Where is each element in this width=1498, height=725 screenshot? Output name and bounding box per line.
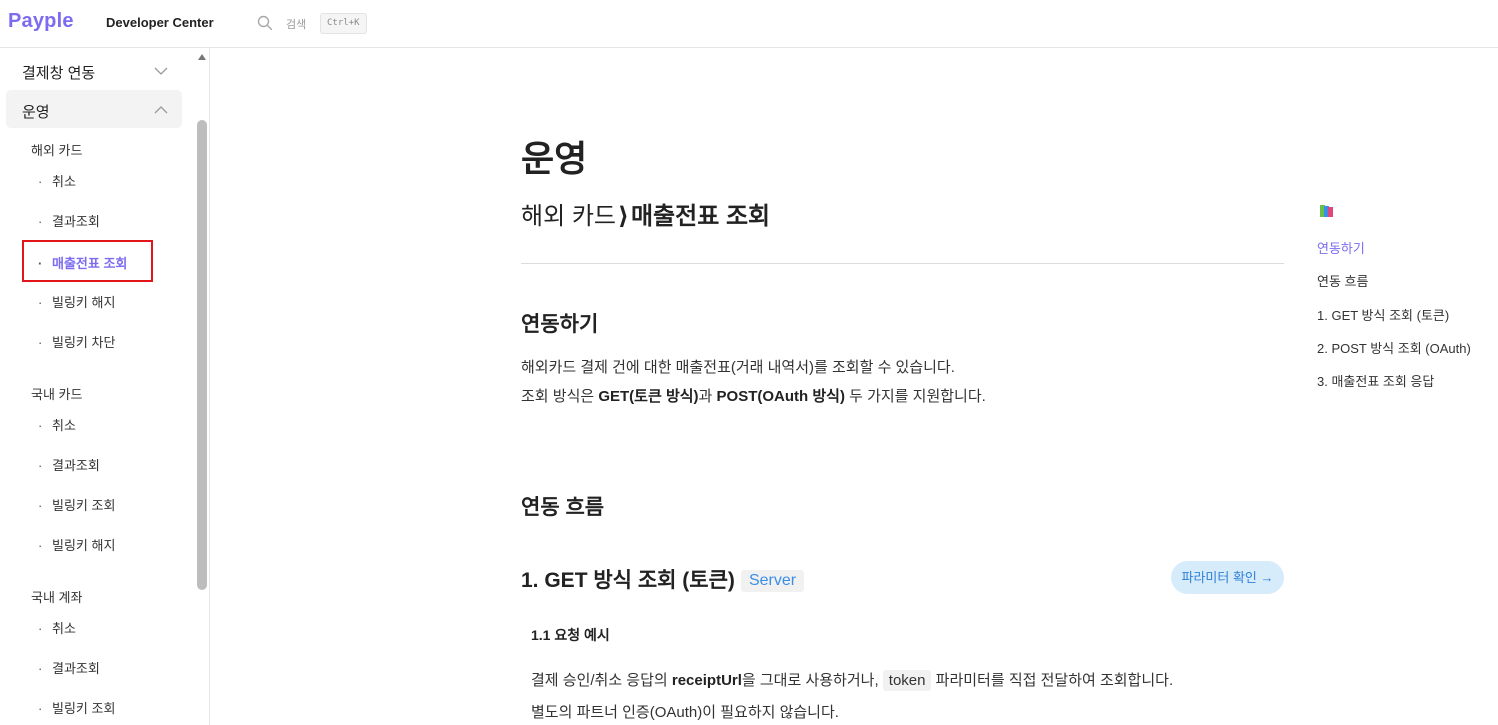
sidebar-item-account-cancel[interactable]: · 취소 (38, 619, 76, 639)
request-line-1: 결제 승인/취소 응답의 receiptUrl을 그대로 사용하거나, toke… (531, 669, 1173, 691)
search-input[interactable]: 검색 (286, 16, 306, 32)
sidebar-item-label: 결과조회 (52, 458, 100, 473)
top-header: Payple Developer Center 검색 Ctrl+K (0, 0, 1498, 48)
sidebar-item-account-billing-query[interactable]: · 빌링키 조회 (38, 699, 115, 719)
toc-item-post[interactable]: 2. POST 방식 조회 (OAuth) (1317, 338, 1471, 357)
chevron-down-icon (154, 67, 168, 75)
sidebar-item-label: 빌링키 해지 (52, 295, 116, 310)
breadcrumb-parent[interactable]: 해외 카드 (521, 203, 616, 230)
section-heading-integration: 연동하기 (521, 313, 599, 336)
sidebar-section-operation[interactable]: 운영 (6, 90, 182, 128)
sidebar-item-label: 빌링키 조회 (52, 701, 116, 716)
sidebar-item-label: 빌링키 차단 (52, 335, 116, 350)
sidebar-item-label: 취소 (52, 621, 76, 636)
breadcrumb-separator: ⟩ (618, 203, 629, 230)
text-strong: POST(OAuth 방식) (716, 388, 845, 405)
text-span: 두 가지를 지원합니다. (844, 388, 986, 405)
text-strong: receiptUrl (671, 672, 742, 689)
text-span: 과 (698, 388, 717, 405)
sidebar-item-overseas-cancel[interactable]: · 취소 (38, 172, 76, 192)
sidebar-item-domestic-billing-query[interactable]: · 빌링키 조회 (38, 496, 115, 516)
page-title: 운영 (521, 138, 588, 179)
title-divider (521, 263, 1284, 264)
text-span: 을 그대로 사용하거나, (741, 672, 883, 689)
chevron-up-icon (154, 106, 168, 114)
text-span: 파라미터를 직접 전달하여 조회합니다. (931, 672, 1174, 689)
breadcrumb-current: 매출전표 조회 (630, 203, 771, 230)
toc-item-response[interactable]: 3. 매출전표 조회 응답 (1317, 371, 1434, 390)
sidebar-item-label: 결과조회 (52, 214, 100, 229)
sidebar-group-overseas-card: 해외 카드 (31, 143, 83, 158)
sidebar: 결제창 연동 운영 해외 카드 · 취소 · 결과조회 · 매출전표 조회 · 빌링키 … (0, 48, 210, 725)
breadcrumb: 해외 카드⟩매출전표 조회 (521, 196, 770, 231)
scroll-up-arrow-icon[interactable] (198, 54, 206, 60)
developer-center-title[interactable]: Developer Center (106, 15, 214, 30)
sidebar-group-domestic-account: 국내 계좌 (31, 590, 83, 605)
toc-item-get[interactable]: 1. GET 방식 조회 (토큰) (1317, 305, 1449, 324)
sidebar-section-label: 운영 (22, 104, 50, 121)
sidebar-group-domestic-card: 국내 카드 (31, 387, 83, 402)
toc-item-flow[interactable]: 연동 흐름 (1317, 271, 1368, 290)
sidebar-item-domestic-cancel[interactable]: · 취소 (38, 416, 76, 436)
sidebar-item-label: 결과조회 (52, 661, 100, 676)
search-shortcut-badge: Ctrl+K (320, 13, 367, 34)
sidebar-section-label: 결제창 연동 (22, 65, 96, 82)
section-heading-get-label: 1. GET 방식 조회 (토큰) (521, 569, 735, 592)
check-parameters-button[interactable]: 파라미터 확인 → (1171, 561, 1284, 594)
request-line-2: 별도의 파트너 인증(OAuth)이 필요하지 않습니다. (531, 704, 839, 721)
text-span: 조회 방식은 (521, 388, 599, 405)
text-span: 결제 승인/취소 응답의 (531, 672, 672, 689)
subsection-heading-request-example: 1.1 요청 예시 (531, 627, 610, 643)
toc-item-integration[interactable]: 연동하기 (1317, 238, 1365, 257)
sidebar-item-label: 빌링키 해지 (52, 538, 116, 553)
sidebar-item-label: 취소 (52, 418, 76, 433)
section-heading-get: 1. GET 방식 조회 (토큰) Server (521, 564, 805, 594)
search-icon[interactable] (257, 15, 273, 31)
sidebar-item-label: 빌링키 조회 (52, 498, 116, 513)
intro-line-1: 해외카드 결제 건에 대한 매출전표(거래 내역서)를 조회할 수 있습니다. (521, 359, 955, 376)
sidebar-item-overseas-billing-cancel[interactable]: · 빌링키 해지 (38, 293, 115, 313)
section-heading-flow: 연동 흐름 (521, 496, 605, 519)
highlight-box (22, 240, 153, 282)
sidebar-item-overseas-billing-block[interactable]: · 빌링키 차단 (38, 333, 115, 353)
sidebar-item-domestic-result[interactable]: · 결과조회 (38, 456, 100, 476)
server-badge: Server (740, 570, 805, 592)
payple-logo[interactable]: Payple (8, 10, 74, 33)
sidebar-item-overseas-result[interactable]: · 결과조회 (38, 212, 100, 232)
books-icon (1320, 205, 1333, 217)
sidebar-item-domestic-billing-cancel[interactable]: · 빌링키 해지 (38, 536, 115, 556)
sidebar-item-account-result[interactable]: · 결과조회 (38, 659, 100, 679)
sidebar-scrollbar-thumb[interactable] (197, 120, 207, 590)
intro-line-2: 조회 방식은 GET(토큰 방식)과 POST(OAuth 방식) 두 가지를 … (521, 382, 986, 411)
sidebar-section-payment-window[interactable]: 결제창 연동 (6, 51, 182, 89)
text-strong: GET(토큰 방식) (598, 388, 699, 405)
intro-paragraph: 해외카드 결제 건에 대한 매출전표(거래 내역서)를 조회할 수 있습니다. … (521, 353, 986, 411)
sidebar-item-label: 취소 (52, 174, 76, 189)
token-code: token (882, 670, 932, 691)
